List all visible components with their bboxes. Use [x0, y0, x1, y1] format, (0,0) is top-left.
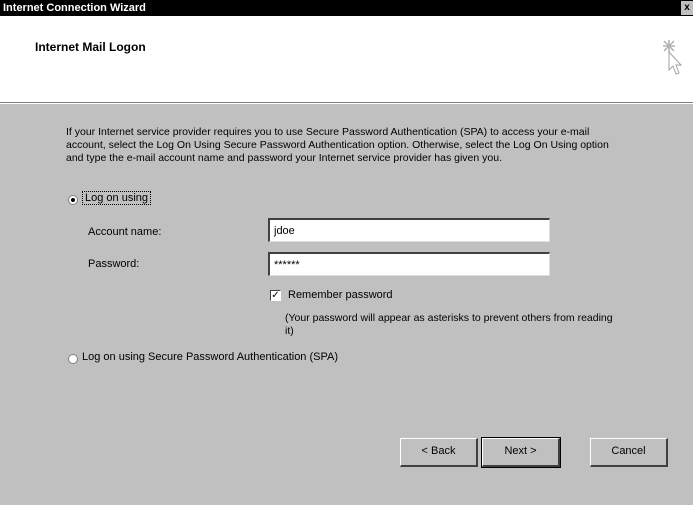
password-input[interactable]: ******: [268, 252, 550, 276]
account-name-label: Account name:: [88, 226, 162, 238]
next-button[interactable]: Next >: [481, 437, 561, 468]
spa-label[interactable]: Log on using Secure Password Authenticat…: [82, 351, 338, 363]
cancel-button[interactable]: Cancel: [590, 438, 668, 467]
wizard-wand-icon: [663, 40, 683, 75]
title-bar[interactable]: Internet Connection Wizard x: [0, 0, 693, 16]
logon-using-radio[interactable]: [68, 195, 78, 205]
account-name-input[interactable]: jdoe: [268, 218, 550, 242]
password-label: Password:: [88, 258, 140, 270]
remember-password-checkbox[interactable]: ✓: [270, 290, 281, 301]
wizard-header: Internet Mail Logon: [0, 16, 693, 104]
remember-password-label[interactable]: Remember password: [288, 289, 393, 301]
close-button[interactable]: x: [681, 1, 693, 15]
password-note: (Your password will appear as asterisks …: [285, 312, 613, 337]
intro-text: If your Internet service provider requir…: [66, 126, 609, 164]
window-title: Internet Connection Wizard: [3, 2, 146, 14]
wizard-window: Internet Connection Wizard x Internet Ma…: [0, 0, 693, 505]
page-title: Internet Mail Logon: [35, 40, 146, 54]
spa-radio[interactable]: [68, 354, 78, 364]
back-button[interactable]: < Back: [400, 438, 478, 467]
logon-using-label[interactable]: Log on using: [82, 191, 151, 205]
